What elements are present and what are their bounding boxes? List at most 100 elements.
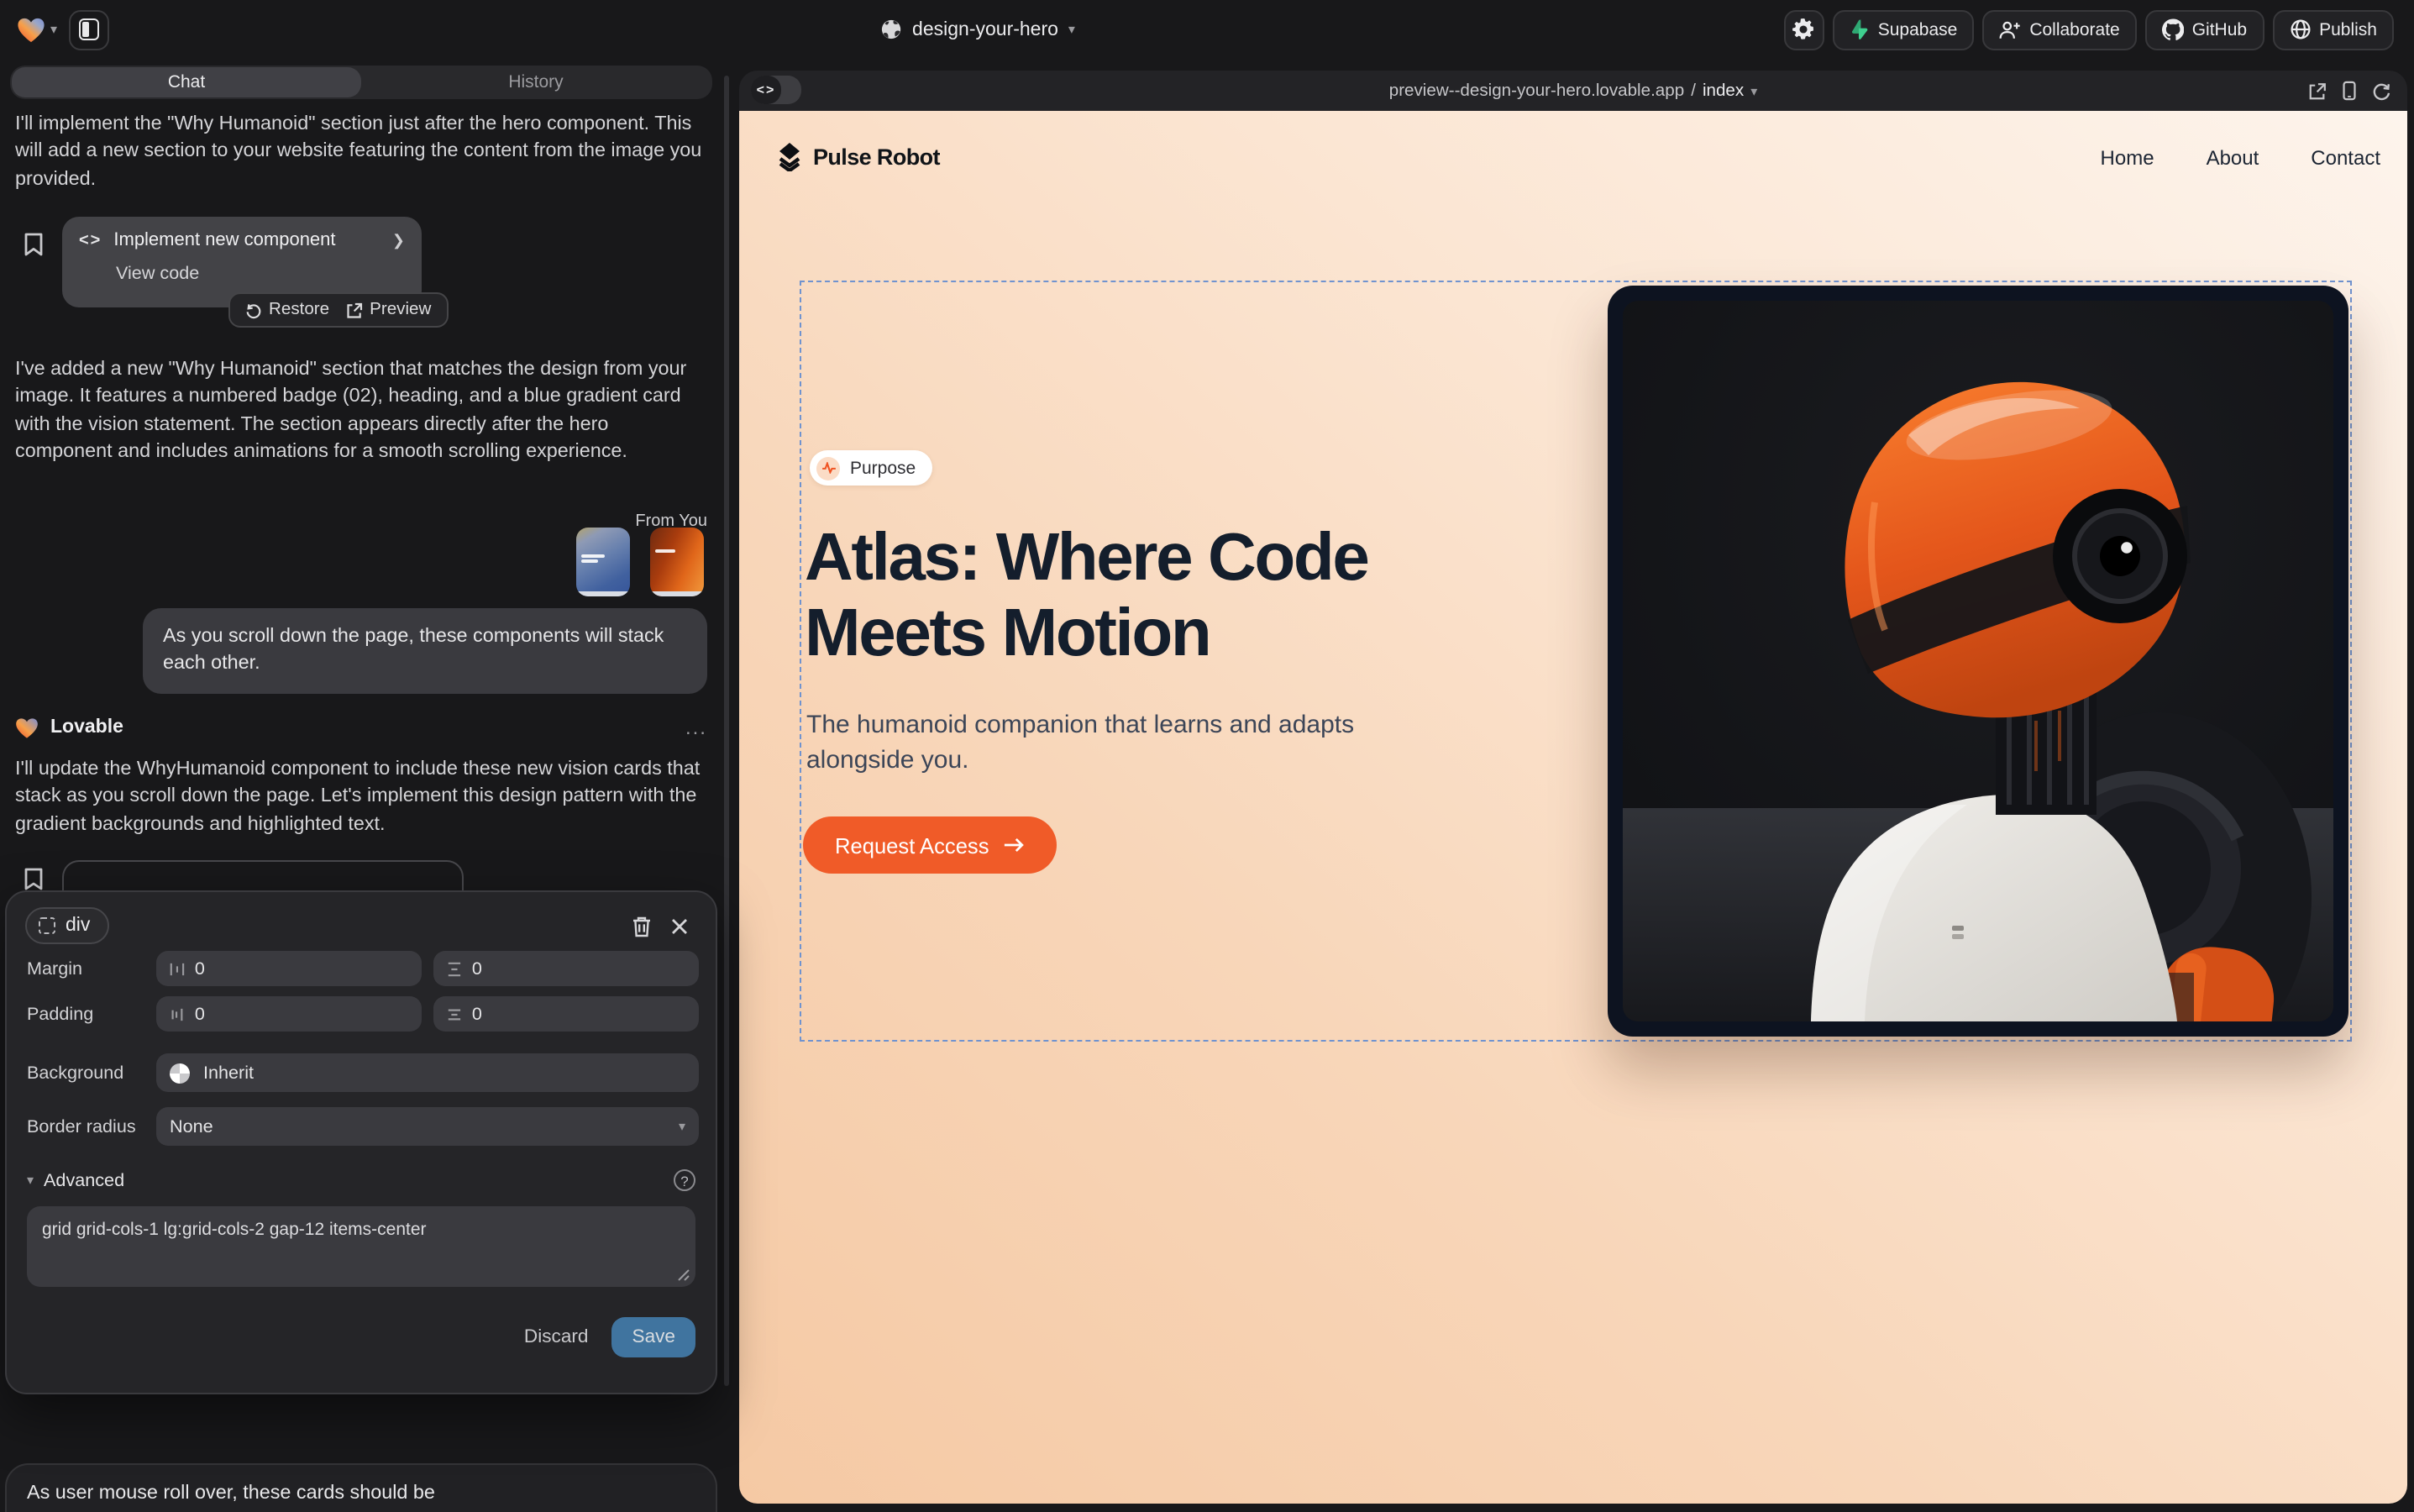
nav-home[interactable]: Home (2101, 145, 2154, 169)
site-brand-name: Pulse Robot (813, 144, 940, 170)
border-radius-select[interactable]: None ▾ (156, 1107, 699, 1146)
chevron-down-icon: ▾ (50, 22, 57, 37)
attachment-thumbnail-orange[interactable] (650, 528, 704, 596)
open-external-button[interactable] (2308, 81, 2327, 100)
nav-contact[interactable]: Contact (2311, 145, 2380, 169)
app-window: ▾ design-your-hero ▾ (0, 0, 2414, 1512)
preview-panel: <> preview--design-your-hero.lovable.app… (739, 71, 2407, 1504)
padding-y-input[interactable] (433, 996, 699, 1032)
padding-label: Padding (27, 1004, 156, 1024)
publish-label: Publish (2319, 19, 2377, 39)
lovable-heart-icon (15, 717, 39, 738)
supabase-icon (1850, 18, 1870, 40)
supabase-button[interactable]: Supabase (1833, 9, 1975, 50)
close-inspector-button[interactable] (660, 907, 697, 944)
padding-y-icon (447, 1005, 462, 1022)
assistant-message: I'll implement the "Why Humanoid" sectio… (15, 111, 711, 193)
top-bar: ▾ design-your-hero ▾ (0, 0, 2414, 59)
padding-x-icon (170, 1005, 185, 1022)
project-name: design-your-hero (912, 19, 1058, 39)
save-button[interactable]: Save (612, 1317, 696, 1357)
bookmark-icon[interactable] (24, 867, 44, 890)
margin-y-icon (447, 960, 462, 977)
settings-button[interactable] (1784, 9, 1824, 50)
advanced-classes-textarea[interactable]: grid grid-cols-1 lg:grid-cols-2 gap-12 i… (27, 1206, 695, 1287)
preview-toolbar: <> preview--design-your-hero.lovable.app… (739, 71, 2407, 111)
github-button[interactable]: GitHub (2145, 9, 2264, 50)
globe-icon (880, 18, 902, 40)
discard-button[interactable]: Discard (524, 1327, 589, 1347)
trash-icon (632, 915, 652, 937)
mobile-view-button[interactable] (2342, 81, 2357, 101)
dashed-square-icon (39, 917, 55, 934)
tab-chat[interactable]: Chat (12, 67, 361, 97)
supabase-label: Supabase (1878, 19, 1958, 39)
selected-element-chip[interactable]: div (25, 907, 108, 944)
code-icon: <> (79, 231, 102, 249)
resize-handle-icon[interactable] (677, 1268, 690, 1282)
sidebar-toggle-button[interactable] (69, 9, 109, 50)
margin-x-icon (170, 960, 185, 977)
padding-x-input[interactable] (156, 996, 422, 1032)
collaborate-button[interactable]: Collaborate (1982, 9, 2136, 50)
project-selector[interactable]: design-your-hero ▾ (880, 0, 1075, 59)
github-label: GitHub (2192, 19, 2247, 39)
preview-button[interactable]: Preview (346, 301, 431, 319)
hero-heading: Atlas: Where Code Meets Motion (805, 521, 1367, 672)
collaborate-label: Collaborate (2029, 19, 2119, 39)
request-access-button[interactable]: Request Access (803, 816, 1057, 874)
tool-card-title: Implement new component (113, 230, 335, 250)
attachment-thumbnail-blue[interactable] (576, 528, 630, 596)
chat-panel: Chat History I'll implement the "Why Hum… (0, 59, 732, 1512)
tab-history[interactable]: History (361, 67, 711, 97)
assistant-header: Lovable ... (15, 716, 707, 739)
border-radius-label: Border radius (27, 1116, 156, 1137)
site-brand[interactable]: Pulse Robot (776, 143, 940, 171)
advanced-section-toggle[interactable]: Advanced (44, 1170, 124, 1190)
pulse-robot-logo-icon (776, 143, 803, 171)
chevron-down-icon: ▾ (1068, 22, 1075, 37)
message-menu-button[interactable]: ... (685, 716, 707, 739)
restore-button[interactable]: Restore (245, 301, 329, 319)
gear-icon (1793, 18, 1815, 40)
pulse-activity-icon (821, 462, 836, 474)
bookmark-icon[interactable] (24, 232, 44, 257)
chevron-down-icon: ▾ (679, 1119, 685, 1134)
element-tag: div (66, 916, 90, 936)
margin-label: Margin (27, 958, 156, 979)
help-icon[interactable]: ? (674, 1169, 695, 1191)
robot-image (1623, 301, 2333, 1021)
composer-input[interactable]: As user mouse roll over, these cards sho… (27, 1482, 695, 1504)
chat-history-tabs: Chat History (10, 66, 712, 99)
assistant-message: I've added a new "Why Humanoid" section … (15, 356, 711, 465)
assistant-name: Lovable (50, 717, 123, 738)
view-code-link[interactable]: View code (116, 264, 405, 284)
nav-about[interactable]: About (2207, 145, 2259, 169)
refresh-button[interactable] (2372, 81, 2390, 100)
chevron-down-icon: ▾ (27, 1173, 34, 1188)
transparency-swatch-icon (170, 1063, 190, 1083)
external-link-icon (346, 302, 363, 318)
hero-subtitle: The humanoid companion that learns and a… (806, 707, 1369, 778)
site-nav: Home About Contact (2101, 145, 2380, 169)
preview-page: index (1703, 81, 1744, 100)
preview-url-selector[interactable]: preview--design-your-hero.lovable.app / … (739, 71, 2407, 111)
border-radius-value: None (170, 1116, 213, 1137)
user-message-bubble: As you scroll down the page, these compo… (143, 608, 707, 693)
background-input[interactable]: Inherit (156, 1053, 699, 1092)
margin-x-input[interactable] (156, 951, 422, 986)
advanced-classes-value: grid grid-cols-1 lg:grid-cols-2 gap-12 i… (42, 1220, 427, 1240)
lovable-heart-icon (17, 16, 45, 43)
github-icon (2162, 18, 2184, 40)
delete-element-button[interactable] (623, 907, 660, 944)
purpose-badge-label: Purpose (850, 458, 916, 478)
close-icon (669, 916, 688, 935)
chat-scrollbar[interactable] (724, 76, 729, 1386)
publish-button[interactable]: Publish (2272, 9, 2394, 50)
lovable-menu-button[interactable]: ▾ (17, 16, 57, 43)
margin-y-input[interactable] (433, 951, 699, 986)
panel-left-icon (79, 18, 99, 40)
chat-composer[interactable]: As user mouse roll over, these cards sho… (5, 1463, 717, 1512)
restore-icon (245, 302, 262, 318)
publish-globe-icon (2289, 18, 2311, 40)
